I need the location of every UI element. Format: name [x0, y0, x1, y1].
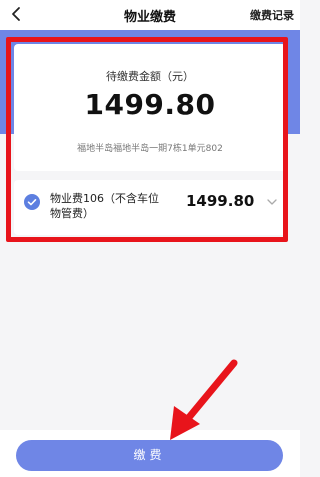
- payment-history-link[interactable]: 缴费记录: [250, 7, 294, 23]
- top-bar: 物业缴费 缴费记录: [0, 0, 300, 30]
- annotation-highlight-box: [6, 37, 288, 242]
- pay-button[interactable]: 缴费: [16, 440, 283, 471]
